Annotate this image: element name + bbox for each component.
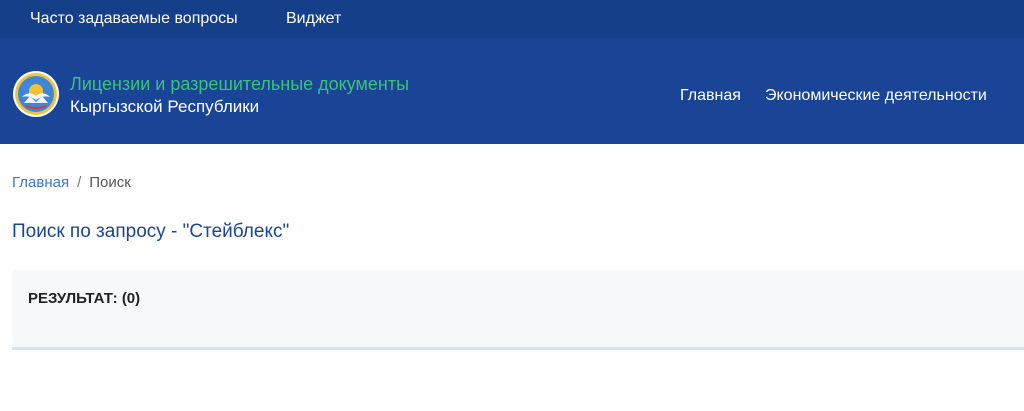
widget-link[interactable]: Виджет [286, 10, 341, 28]
nav-home[interactable]: Главная [680, 87, 741, 105]
site-title-line2[interactable]: Кыргызской Республики [70, 97, 259, 117]
results-panel: РЕЗУЛЬТАТ: (0) [12, 270, 1024, 350]
breadcrumb-separator: / [77, 174, 82, 191]
nav-economic-activities[interactable]: Экономические деятельности [765, 87, 987, 105]
state-emblem-icon[interactable] [12, 70, 60, 118]
breadcrumb: Главная / Поиск [12, 174, 131, 191]
site-header: Лицензии и разрешительные документы Кырг… [0, 38, 1024, 144]
faq-link[interactable]: Часто задаваемые вопросы [30, 10, 238, 28]
results-count-label: РЕЗУЛЬТАТ: (0) [28, 290, 141, 307]
page-title: Поиск по запросу - "Стейблекс" [12, 221, 290, 242]
top-bar: Часто задаваемые вопросы Виджет [0, 0, 1024, 38]
breadcrumb-home-link[interactable]: Главная [12, 174, 69, 191]
breadcrumb-current: Поиск [89, 174, 131, 191]
site-title-line1[interactable]: Лицензии и разрешительные документы [70, 74, 409, 95]
